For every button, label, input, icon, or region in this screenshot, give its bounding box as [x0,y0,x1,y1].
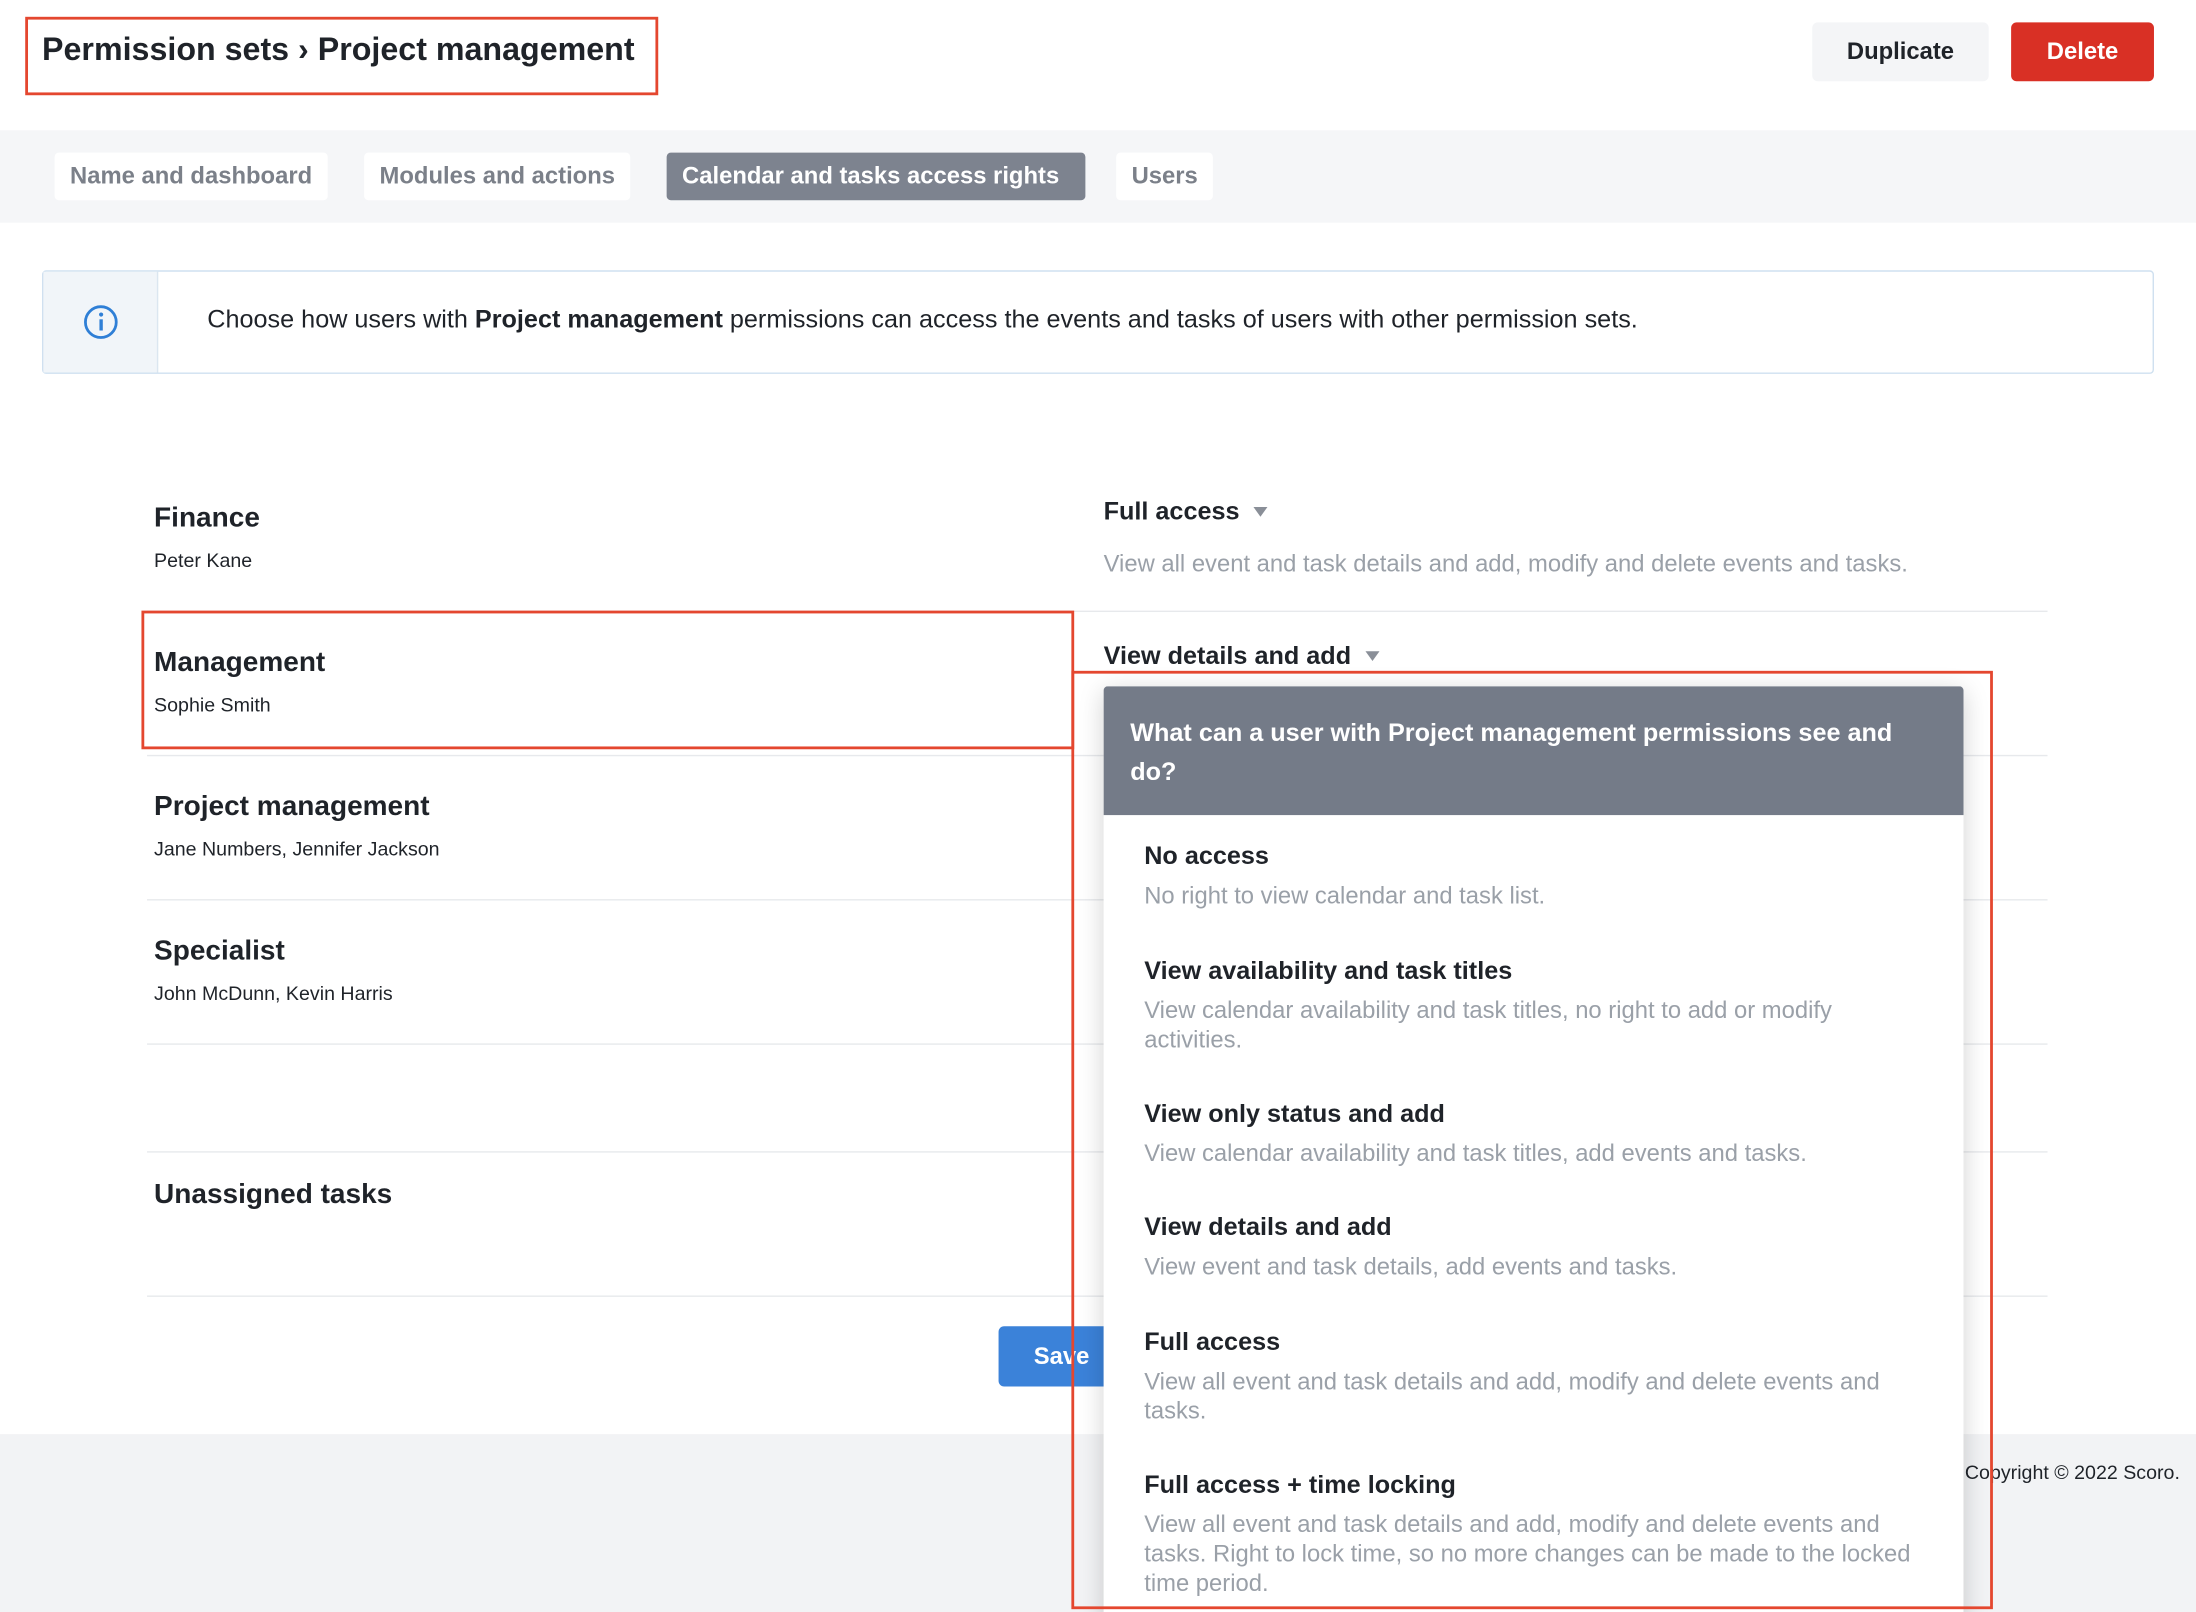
option-title: Full access [1144,1327,1281,1356]
info-text-after: permissions can access the events and ta… [722,305,1638,334]
page: Permission sets › Project management Dup… [0,0,2196,1612]
access-select-label: Full access [1103,497,1240,526]
info-icon [83,305,117,339]
row-title: Finance [154,502,260,534]
dropdown-heading: What can a user with Project management … [1103,686,1964,816]
option-title: View availability and task titles [1144,956,1513,985]
info-icon-container [43,271,159,373]
row-title: Specialist [154,935,285,967]
tab-name-and-dashboard[interactable]: Name and dashboard [54,152,328,201]
row-title: Unassigned tasks [154,1179,393,1211]
option-title: Full access + time locking [1144,1470,1456,1499]
info-text-bold: Project management [474,305,723,334]
access-dropdown-menu: What can a user with Project management … [1103,686,1964,1612]
row-title: Project management [154,791,430,823]
chevron-down-icon [1253,506,1268,517]
breadcrumb: Permission sets › Project management [42,30,635,68]
chevron-down-icon [1365,651,1380,662]
row-users: Sophie Smith [154,693,271,716]
tab-modules-and-actions[interactable]: Modules and actions [364,152,631,201]
option-description: View calendar availability and task titl… [1144,1140,1807,1167]
option-title: View details and add [1144,1212,1392,1241]
access-description: View all event and task details and add,… [1103,550,1908,578]
option-description: View all event and task details and add,… [1144,1368,1880,1425]
row-users: John McDunn, Kevin Harris [154,981,393,1005]
option-title: No access [1144,841,1269,870]
option-full-access[interactable]: Full access View all event and task deta… [1144,1326,1928,1425]
row-finance: Finance Peter Kane Full access View all … [147,466,2048,613]
access-select[interactable]: Full access [1104,497,1268,526]
duplicate-button[interactable]: Duplicate [1812,22,1989,82]
tab-calendar-and-tasks-access-rights[interactable]: Calendar and tasks access rights [666,152,1086,201]
copyright: Copyright © 2022 Scoro. [1964,1460,2180,1484]
info-banner: Choose how users with Project management… [42,270,2154,374]
option-view-only-status-and-add[interactable]: View only status and add View calendar a… [1144,1098,1928,1168]
option-description: View all event and task details and add,… [1144,1511,1911,1597]
delete-button[interactable]: Delete [2011,22,2154,82]
option-no-access[interactable]: No access No right to view calendar and … [1144,840,1928,910]
info-text: Choose how users with Project management… [207,305,1638,334]
tab-users[interactable]: Users [1116,152,1214,201]
option-description: View event and task details, add events … [1144,1253,1678,1281]
info-text-before: Choose how users with [207,305,475,334]
option-full-access-time-locking[interactable]: Full access + time locking View all even… [1144,1469,1928,1598]
option-description: No right to view calendar and task list. [1144,882,1546,909]
access-select-label: View details and add [1103,641,1352,670]
row-title: Management [154,647,326,678]
access-select[interactable]: View details and add [1104,641,1380,670]
option-description: View calendar availability and task titl… [1144,997,1832,1054]
tab-bar: Name and dashboard Modules and actions C… [0,130,2196,223]
option-view-details-and-add[interactable]: View details and add View event and task… [1144,1211,1928,1281]
row-users: Jane Numbers, Jennifer Jackson [154,837,440,860]
option-view-availability-and-task-titles[interactable]: View availability and task titles View c… [1144,955,1928,1054]
option-title: View only status and add [1144,1099,1445,1128]
row-users: Peter Kane [154,548,253,572]
